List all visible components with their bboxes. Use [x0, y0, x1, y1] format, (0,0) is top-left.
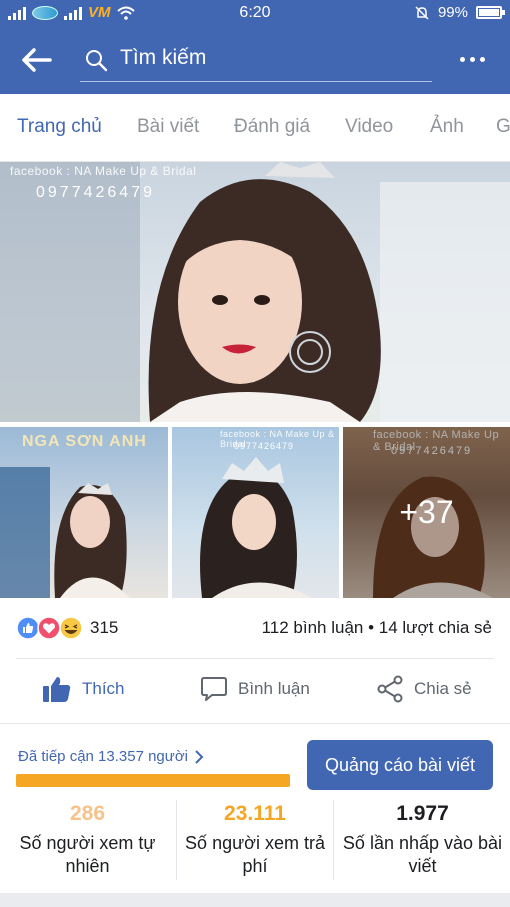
thumbnail-photo-2[interactable]: facebook : NA Make Up & Bridal 097742647…	[172, 427, 339, 598]
post-photos: facebook : NA Make Up & Bridal 097742647…	[0, 162, 510, 598]
haha-icon	[59, 616, 83, 640]
feed-separator	[0, 893, 510, 907]
reach-text: Đã tiếp cận 13.357 người	[18, 748, 188, 765]
comment-icon	[201, 677, 227, 701]
back-button[interactable]	[20, 44, 56, 76]
stat-clicks: 1.977 Số lần nhấp vào bài viết	[335, 800, 510, 880]
tab-photos[interactable]: Ảnh	[430, 116, 464, 138]
tab-more[interactable]: G	[496, 116, 510, 138]
divider	[0, 723, 510, 724]
boost-post-button[interactable]: Quảng cáo bài viết	[307, 740, 493, 790]
more-photos-count: +37	[399, 494, 454, 530]
like-icon	[16, 616, 40, 640]
share-button[interactable]: Chia sẻ	[376, 675, 472, 703]
thumbnail-photo-1[interactable]: NGA SƠN ANH	[0, 427, 168, 598]
main-watermark: facebook : NA Make Up & Bridal	[10, 164, 197, 178]
status-bar: VM 6:20 99%	[0, 0, 510, 26]
tab-reviews[interactable]: Đánh giá	[234, 116, 310, 138]
main-photo[interactable]: facebook : NA Make Up & Bridal 097742647…	[0, 162, 510, 422]
comment-label: Bình luận	[238, 679, 310, 698]
search-field[interactable]: Tìm kiếm	[80, 38, 432, 82]
share-label: Chia sẻ	[414, 679, 472, 698]
mute-icon	[415, 5, 429, 20]
app-bar: Tìm kiếm	[0, 26, 510, 94]
love-icon	[37, 616, 61, 640]
main-phone: 0977426479	[36, 184, 155, 201]
page-tabs: Trang chủ Bài viết Đánh giá Video Ảnh G	[0, 94, 510, 162]
stat-organic: 286 Số người xem tự nhiên	[0, 800, 175, 880]
tab-video[interactable]: Video	[345, 116, 393, 138]
reactions-bar: 315 112 bình luận • 14 lượt chia sẻ	[0, 598, 510, 658]
thumbnail-photo-3[interactable]: facebook : NA Make Up & Bridal 097742647…	[343, 427, 510, 598]
search-input[interactable]: Tìm kiếm	[120, 46, 206, 70]
reaction-count[interactable]: 315	[90, 618, 118, 638]
post-actions: Thích Bình luận Chia sẻ	[0, 659, 510, 723]
more-photos-overlay[interactable]: +37	[343, 427, 510, 598]
search-icon	[86, 50, 108, 72]
like-label: Thích	[82, 679, 125, 698]
stat-value: 23.111	[224, 802, 286, 825]
bride-illustration-1	[0, 467, 130, 598]
reach-progress-bar	[16, 774, 290, 787]
stat-paid: 23.111 Số người xem trả phí	[176, 800, 334, 880]
share-icon	[377, 675, 403, 703]
battery-percent: 99%	[437, 4, 468, 21]
comment-button[interactable]: Bình luận	[200, 675, 310, 703]
reaction-icons[interactable]	[16, 616, 86, 640]
stat-label: Số người xem trả phí	[185, 833, 325, 876]
thumb2-phone: 0977426479	[234, 441, 295, 451]
battery-icon	[476, 6, 505, 19]
tab-home[interactable]: Trang chủ	[17, 116, 102, 138]
bride-illustration-2	[200, 457, 312, 598]
thumbs-up-icon	[43, 677, 71, 702]
back-arrow-icon	[22, 48, 52, 72]
stat-label: Số người xem tự nhiên	[19, 833, 156, 876]
reach-link[interactable]: Đã tiếp cận 13.357 người	[18, 748, 204, 765]
stat-label: Số lần nhấp vào bài viết	[342, 833, 503, 876]
chevron-right-icon	[195, 749, 204, 764]
like-button[interactable]: Thích	[42, 675, 125, 703]
status-right: 99%	[414, 4, 505, 21]
salon-name: NGA SƠN ANH	[22, 433, 147, 450]
stat-value: 1.977	[396, 802, 449, 825]
tab-posts[interactable]: Bài viết	[137, 116, 199, 138]
engagement-summary[interactable]: 112 bình luận • 14 lượt chia sẻ	[262, 618, 492, 638]
more-options-button[interactable]	[460, 52, 486, 66]
stat-value: 286	[69, 802, 106, 825]
